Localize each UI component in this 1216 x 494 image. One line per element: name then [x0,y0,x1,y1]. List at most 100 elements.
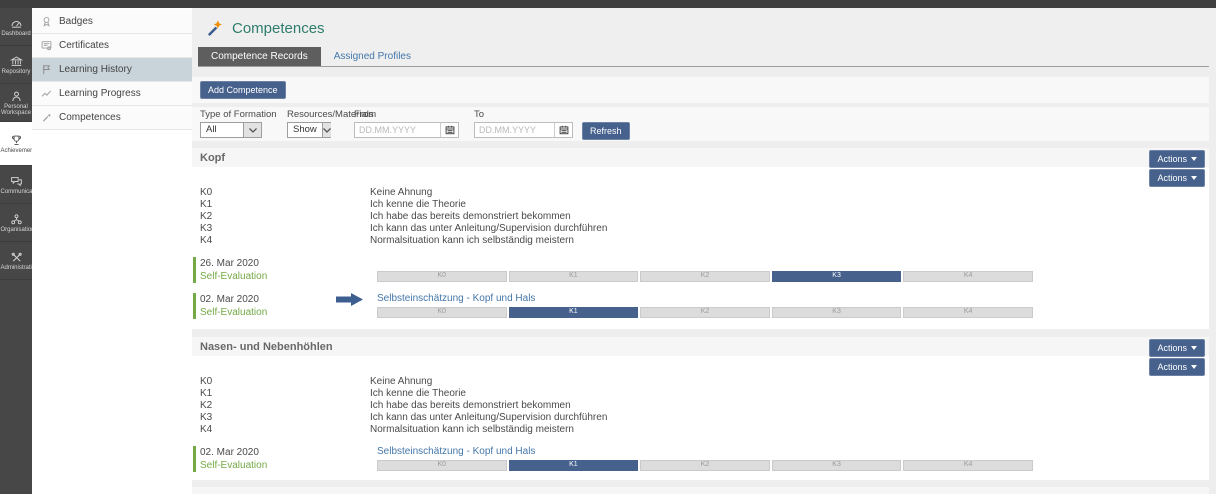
scale-segment: K4 [903,307,1033,318]
caret-down-icon [1191,346,1197,350]
legend-text: Ich kann das unter Anleitung/Supervision… [370,223,607,235]
certificate-icon [41,40,52,51]
scale-segment: K3 [772,460,902,471]
rail-item-communication[interactable]: Communication [0,166,32,204]
sidebar-item-badges[interactable]: Badges [32,10,192,34]
actions-button[interactable]: Actions [1149,358,1205,376]
caret-down-icon [1191,365,1197,369]
competence-scale-legend: K0Keine Ahnung K1Ich kenne die Theorie K… [192,376,1209,436]
resources-materials-label: Resources/Materials [287,109,348,120]
chevron-down-icon [322,123,331,137]
dashboard-icon [10,17,23,30]
tab-assigned-profiles[interactable]: Assigned Profiles [321,47,424,66]
legend-code: K4 [200,235,370,247]
magic-wand-icon [205,19,224,38]
legend-code: K2 [200,211,370,223]
resources-materials-select[interactable]: Show [287,122,331,138]
next-section-header [192,487,1209,494]
to-date-input[interactable] [475,123,554,137]
evaluation-record: 02. Mar 2020 Self-Evaluation Selbsteinsc… [193,293,1209,319]
scale-segment: K0 [377,307,507,318]
legend-text: Ich habe das bereits demonstriert bekomm… [370,211,571,223]
chevron-down-icon [243,123,261,137]
section-kopf: Kopf Actions Actions K0Keine Ahnung K1Ic… [192,148,1209,329]
achievements-icon [10,134,23,147]
actions-button[interactable]: Actions [1149,150,1205,168]
sidebar-item-learning-progress[interactable]: Learning Progress [32,82,192,106]
rail-item-label: Achievements [1,148,32,154]
page-title: Competences [232,20,325,37]
competence-scale-bar: K0 K1 K2 K3 K4 [377,307,1033,318]
actions-button[interactable]: Actions [1149,169,1205,187]
section-title: Nasen- und Nebenhöhlen [200,341,333,353]
trend-line-icon [41,88,52,99]
record-type: Self-Evaluation [200,270,267,283]
scale-segment: K4 [903,460,1033,471]
calendar-icon[interactable] [440,123,458,137]
legend-text: Ich habe das bereits demonstriert bekomm… [370,400,571,412]
sidebar-item-label: Certificates [59,40,109,51]
record-link[interactable]: Selbsteinschätzung - Kopf und Hals [377,446,535,457]
refresh-button[interactable]: Refresh [582,122,630,140]
selected-value: Show [288,123,322,137]
personal-workspace-icon [10,90,23,103]
rail-item-achievements[interactable]: Achievements [0,122,32,166]
record-link[interactable]: Selbsteinschätzung - Kopf und Hals [377,293,535,304]
filter-bar: Type of Formation All Resources/Material… [192,107,1209,141]
tab-bar: Competence Records Assigned Profiles [198,47,1209,67]
rail-item-personal-workspace[interactable]: Personal Workspace [0,84,32,122]
record-date: 26. Mar 2020 [200,257,259,270]
right-arrow-icon [336,293,363,310]
administration-icon [10,251,23,264]
legend-text: Ich kenne die Theorie [370,199,466,211]
legend-text: Ich kenne die Theorie [370,388,466,400]
scale-segment: K4 [903,271,1033,282]
rail-item-dashboard[interactable]: Dashboard [0,8,32,46]
legend-code: K3 [200,412,370,424]
scale-segment: K2 [640,460,770,471]
sub-nav-sidebar: Badges Certificates Learning History Lea… [32,8,192,494]
sidebar-item-label: Badges [59,16,93,27]
main-nav-rail: Dashboard Repository Personal Workspace … [0,8,32,494]
rail-item-label: Administration [1,265,32,271]
record-date: 02. Mar 2020 [200,293,259,306]
tab-competence-records[interactable]: Competence Records [198,47,321,66]
caret-down-icon [1191,157,1197,161]
record-date: 02. Mar 2020 [200,446,259,459]
type-of-formation-select[interactable]: All [200,122,262,138]
sidebar-item-learning-history[interactable]: Learning History [32,58,192,82]
rail-item-label: Organisation [1,227,32,233]
section-header: Kopf [192,148,1209,167]
rail-item-administration[interactable]: Administration [0,242,32,280]
scale-segment: K3 [772,307,902,318]
rail-item-label: Communication [1,189,32,195]
scale-segment: K2 [640,307,770,318]
organisation-icon [10,213,23,226]
main-content: Competences Competence Records Assigned … [192,8,1216,494]
magic-wand-icon [41,112,52,123]
selected-value: All [201,123,222,137]
add-competence-button[interactable]: Add Competence [200,81,286,99]
rail-item-label: Repository [2,69,31,75]
calendar-icon[interactable] [554,123,572,137]
from-date-input[interactable] [355,123,440,137]
type-of-formation-label: Type of Formation [200,109,281,120]
actions-button[interactable]: Actions [1149,339,1205,357]
from-label: From [354,109,468,120]
competence-scale-bar: K0 K1 K2 K3 K4 [377,460,1033,471]
legend-text: Normalsituation kann ich selbständig mei… [370,235,574,247]
sidebar-item-label: Learning History [59,64,132,75]
sidebar-item-competences[interactable]: Competences [32,106,192,130]
legend-code: K1 [200,388,370,400]
rail-item-repository[interactable]: Repository [0,46,32,84]
rail-item-label: Dashboard [1,31,30,37]
sidebar-item-certificates[interactable]: Certificates [32,34,192,58]
legend-code: K0 [200,376,370,388]
rail-item-organisation[interactable]: Organisation [0,204,32,242]
legend-code: K1 [200,199,370,211]
section-title: Kopf [200,152,225,164]
scale-segment: K0 [377,271,507,282]
record-type: Self-Evaluation [200,459,267,472]
rail-item-label: Personal Workspace [1,104,32,116]
sidebar-item-label: Competences [59,112,121,123]
